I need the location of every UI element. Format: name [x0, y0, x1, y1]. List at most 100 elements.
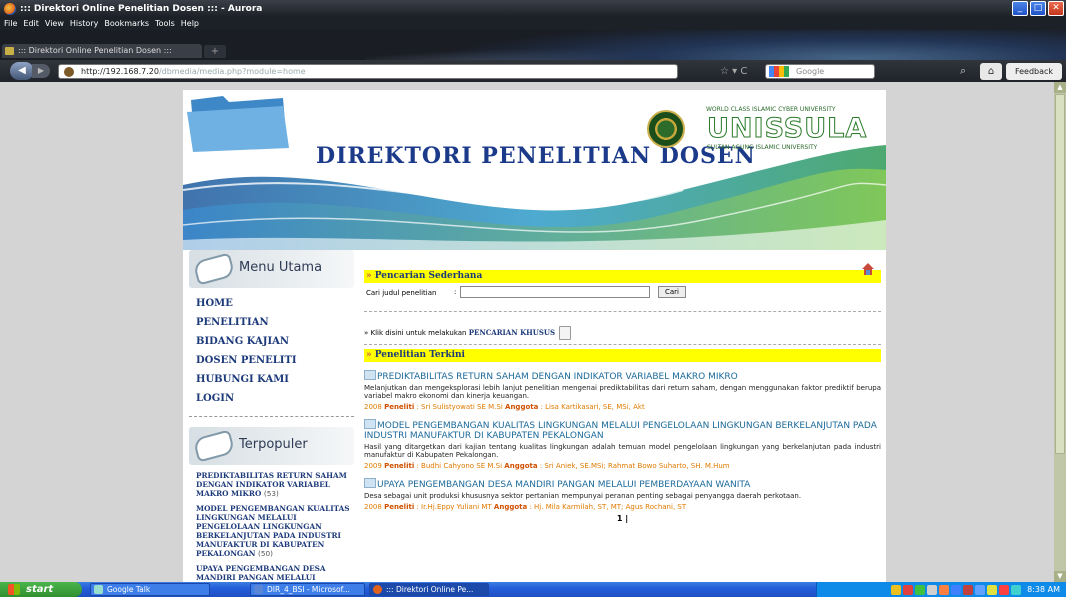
tray-icon[interactable]: [963, 584, 974, 595]
tab-label: ::: Direktori Online Penelitian Dosen ::…: [18, 46, 172, 55]
volume-icon[interactable]: [975, 584, 986, 595]
taskbar: start Google Talk DIR_4_BSI - Microsof..…: [0, 582, 1066, 597]
menu-help[interactable]: Help: [181, 18, 199, 30]
popular-item[interactable]: UPAYA PENGEMBANGAN DESA MANDIRI PANGAN M…: [189, 564, 354, 582]
browser-icon: [373, 585, 382, 594]
badge-icon: [192, 429, 236, 463]
divider: [364, 311, 881, 312]
sidebar-item-hubungi-kami[interactable]: HUBUNGI KAMI: [189, 370, 354, 389]
url-bar[interactable]: http://192.168.7.20/dbmedia/media.php?mo…: [58, 64, 678, 79]
menu-view[interactable]: View: [45, 18, 64, 30]
scrollbar-thumb[interactable]: [1055, 94, 1065, 454]
tray-icon[interactable]: [915, 584, 926, 595]
special-search-row: » Klik disini untuk melakukan PENCARIAN …: [364, 324, 881, 342]
favicon-icon: [5, 47, 14, 55]
menu-edit[interactable]: Edit: [23, 18, 39, 30]
start-button[interactable]: start: [0, 582, 82, 597]
sidebar-item-home[interactable]: HOME: [189, 294, 354, 313]
word-doc-icon: [254, 585, 263, 594]
pencil-badge-icon: [192, 252, 236, 286]
menu-tools[interactable]: Tools: [155, 18, 175, 30]
divider: [189, 416, 354, 417]
latest-header: » Penelitian Terkini: [364, 349, 881, 362]
university-tagline: WORLD CLASS ISLAMIC CYBER UNIVERSITY: [706, 106, 836, 113]
article-description: Desa sebagai unit produksi khususnya sek…: [364, 492, 802, 500]
site-identity-icon[interactable]: [64, 67, 74, 77]
sidebar-item-login[interactable]: LOGIN: [189, 389, 354, 408]
divider: [364, 344, 881, 345]
tab-strip: ::: Direktori Online Penelitian Dosen ::…: [0, 30, 1066, 60]
page-viewport: ▲ ▼ DIREKTORI PENELITIAN DOSEN WORLD CLA…: [0, 82, 1066, 582]
taskbar-item-word[interactable]: DIR_4_BSI - Microsof...: [250, 583, 365, 596]
article-title[interactable]: UPAYA PENGEMBANGAN DESA MANDIRI PANGAN M…: [364, 478, 881, 490]
forward-button[interactable]: ▶: [32, 64, 50, 78]
tray-icon[interactable]: [999, 584, 1010, 595]
article-item: UPAYA PENGEMBANGAN DESA MANDIRI PANGAN M…: [364, 478, 881, 511]
magnifier-icon[interactable]: [559, 326, 572, 340]
tray-icon[interactable]: [891, 584, 902, 595]
popular-item[interactable]: MODEL PENGEMBANGAN KUALITAS LINGKUNGAN M…: [189, 504, 354, 558]
title-search-input[interactable]: [460, 286, 650, 298]
sidebar-item-penelitian[interactable]: PENELITIAN: [189, 313, 354, 332]
terpopuler-title: Terpopuler: [239, 437, 308, 452]
web-page: DIREKTORI PENELITIAN DOSEN WORLD CLASS I…: [183, 90, 886, 582]
new-tab-button[interactable]: +: [204, 45, 226, 58]
article-title[interactable]: MODEL PENGEMBANGAN KUALITAS LINGKUNGAN M…: [364, 419, 881, 441]
banner-title: DIREKTORI PENELITIAN DOSEN: [316, 143, 756, 169]
special-search-link[interactable]: PENCARIAN KHUSUS: [469, 328, 555, 337]
sidebar-item-bidang-kajian[interactable]: BIDANG KAJIAN: [189, 332, 354, 351]
article-title[interactable]: PREDIKTABILITAS RETURN SAHAM DENGAN INDI…: [364, 370, 881, 382]
search-icon[interactable]: ⌕: [960, 64, 966, 78]
simple-search-form: Cari judul penelitian : Cari: [364, 283, 881, 301]
scroll-up-icon[interactable]: ▲: [1054, 82, 1066, 93]
document-icon: [364, 370, 376, 380]
search-label: Cari judul penelitian: [366, 289, 437, 297]
menu-bookmarks[interactable]: Bookmarks: [104, 18, 149, 30]
menu-file[interactable]: File: [4, 18, 17, 30]
site-banner: DIREKTORI PENELITIAN DOSEN WORLD CLASS I…: [183, 90, 886, 250]
menu-history[interactable]: History: [70, 18, 98, 30]
window-title: ::: Direktori Online Penelitian Dosen ::…: [20, 4, 263, 14]
taskbar-item-google-talk[interactable]: Google Talk: [90, 583, 210, 596]
cari-button[interactable]: Cari: [658, 286, 686, 298]
tray-icon[interactable]: [939, 584, 950, 595]
article-description: Melanjutkan dan mengeksplorasi lebih lan…: [364, 384, 881, 400]
menu-bar: File Edit View History Bookmarks Tools H…: [0, 18, 1066, 30]
article-item: PREDIKTABILITAS RETURN SAHAM DENGAN INDI…: [364, 370, 881, 411]
tray-icon[interactable]: [927, 584, 938, 595]
popular-count: (53): [263, 489, 279, 498]
system-tray: 8:38 AM: [816, 582, 1066, 597]
clock[interactable]: 8:38 AM: [1027, 585, 1060, 594]
bookmark-star-icon[interactable]: ☆ ▾ C: [720, 66, 747, 77]
network-icon[interactable]: [1011, 584, 1022, 595]
menu-utama-header: Menu Utama: [189, 250, 354, 288]
main-content: » Pencarian Sederhana Cari judul penelit…: [364, 250, 881, 523]
article-meta: 2009 Peneliti : Budhi Cahyono SE M.Si An…: [364, 462, 730, 470]
document-icon: [364, 419, 376, 429]
tray-icon[interactable]: [903, 584, 914, 595]
scroll-down-icon[interactable]: ▼: [1054, 571, 1066, 582]
back-button[interactable]: ◀: [10, 62, 34, 80]
article-item: MODEL PENGEMBANGAN KUALITAS LINGKUNGAN M…: [364, 419, 881, 470]
search-input[interactable]: Google: [765, 64, 875, 79]
close-button[interactable]: ✕: [1048, 1, 1064, 16]
tray-icon[interactable]: [951, 584, 962, 595]
taskbar-item-browser[interactable]: ::: Direktori Online Pe...: [369, 583, 489, 596]
feedback-button[interactable]: Feedback: [1006, 63, 1062, 80]
sidebar: Menu Utama HOME PENELITIAN BIDANG KAJIAN…: [189, 250, 354, 582]
maximize-button[interactable]: □: [1030, 1, 1046, 16]
title-bar: ::: Direktori Online Penelitian Dosen ::…: [0, 0, 1066, 18]
tray-icon[interactable]: [987, 584, 998, 595]
tab-active[interactable]: ::: Direktori Online Penelitian Dosen ::…: [2, 44, 202, 58]
pagination[interactable]: 1 |: [364, 514, 881, 523]
chat-icon: [94, 585, 103, 594]
minimize-button[interactable]: _: [1012, 1, 1028, 16]
home-icon[interactable]: [861, 262, 875, 276]
vertical-scrollbar[interactable]: ▲ ▼: [1054, 82, 1066, 582]
url-path: /dbmedia/media.php?module=home: [158, 67, 306, 76]
popular-item[interactable]: PREDIKTABILITAS RETURN SAHAM DENGAN INDI…: [189, 471, 354, 498]
search-engine-icon[interactable]: [769, 66, 789, 77]
sidebar-item-dosen-peneliti[interactable]: DOSEN PENELITI: [189, 351, 354, 370]
home-button[interactable]: ⌂: [980, 63, 1002, 80]
folder-icon: [187, 96, 289, 152]
